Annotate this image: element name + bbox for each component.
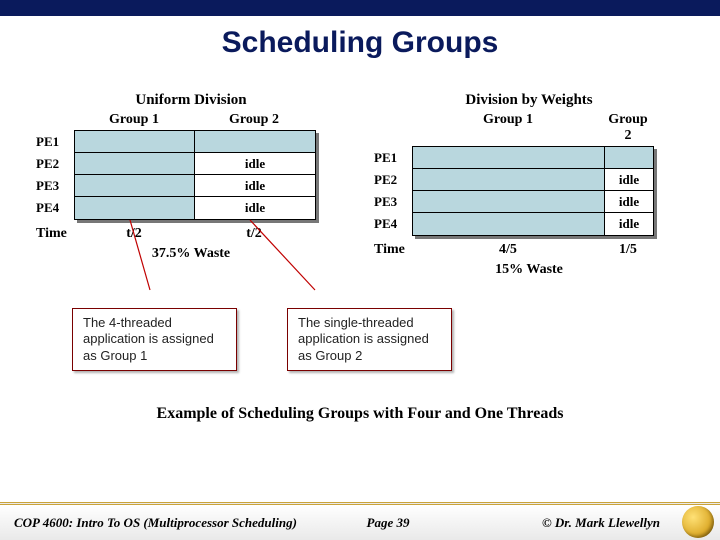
cell-idle: idle xyxy=(605,169,653,191)
cell-busy xyxy=(605,147,653,169)
diagram-uniform: Uniform Division Group 1 Group 2 PE1 PE2… xyxy=(36,92,346,278)
group-header: Group 2 xyxy=(604,112,652,144)
time-label: Time xyxy=(374,242,412,258)
diagram-weights: Division by Weights Group 1 Group 2 PE1 … xyxy=(374,92,684,278)
cell-busy xyxy=(413,213,605,235)
diagram-weights-grid: idle idle idle xyxy=(412,146,654,236)
row-labels: PE1 PE2 PE3 PE4 xyxy=(36,131,74,220)
annotation-right: The single-threaded application is assig… xyxy=(287,308,452,371)
cell-busy xyxy=(75,153,195,175)
figure-caption: Example of Scheduling Groups with Four a… xyxy=(0,405,720,423)
cell-busy xyxy=(413,191,605,213)
annotation-left: The 4-threaded application is assigned a… xyxy=(72,308,237,371)
group-header: Group 1 xyxy=(412,112,604,144)
cell-busy xyxy=(413,169,605,191)
cell-busy xyxy=(75,131,195,153)
diagram-uniform-group-headers: Group 1 Group 2 xyxy=(36,112,346,128)
time-tick: t/2 xyxy=(194,226,314,242)
cell-busy xyxy=(75,175,195,197)
row-label: PE1 xyxy=(374,147,412,169)
annotation-row: The 4-threaded application is assigned a… xyxy=(72,308,720,371)
row-label: PE2 xyxy=(374,169,412,191)
diagram-weights-title: Division by Weights xyxy=(374,92,684,109)
footer-page: Page 39 xyxy=(320,515,456,531)
diagram-uniform-title: Uniform Division xyxy=(36,92,346,109)
time-tick: t/2 xyxy=(74,226,194,242)
time-ticks: Time t/2 t/2 xyxy=(36,226,346,242)
row-label: PE2 xyxy=(36,153,74,175)
diagram-weights-group-headers: Group 1 Group 2 xyxy=(374,112,684,144)
top-bar xyxy=(0,0,720,16)
time-label: Time xyxy=(36,226,74,242)
group-header: Group 1 xyxy=(74,112,194,128)
waste-label: 15% Waste xyxy=(374,262,684,278)
footer: COP 4600: Intro To OS (Multiprocessor Sc… xyxy=(0,502,720,540)
cell-idle: idle xyxy=(605,191,653,213)
time-ticks: Time 4/5 1/5 xyxy=(374,242,684,258)
cell-idle: idle xyxy=(605,213,653,235)
cell-busy xyxy=(75,197,195,219)
row-label: PE4 xyxy=(374,213,412,235)
cell-idle: idle xyxy=(195,175,315,197)
row-label: PE3 xyxy=(374,191,412,213)
cell-idle: idle xyxy=(195,197,315,219)
diagrams-row: Uniform Division Group 1 Group 2 PE1 PE2… xyxy=(0,92,720,278)
waste-label: 37.5% Waste xyxy=(36,246,346,262)
row-labels: PE1 PE2 PE3 PE4 xyxy=(374,147,412,236)
cell-busy xyxy=(413,147,605,169)
ucf-pegasus-icon xyxy=(682,506,714,538)
time-tick: 4/5 xyxy=(412,242,604,258)
footer-course: COP 4600: Intro To OS (Multiprocessor Sc… xyxy=(14,515,320,531)
cell-idle: idle xyxy=(195,153,315,175)
time-tick: 1/5 xyxy=(604,242,652,258)
footer-copyright: © Dr. Mark Llewellyn xyxy=(456,515,706,531)
group-header: Group 2 xyxy=(194,112,314,128)
page-title: Scheduling Groups xyxy=(0,26,720,60)
diagram-uniform-grid: idle idle idle xyxy=(74,130,316,220)
row-label: PE3 xyxy=(36,175,74,197)
row-label: PE4 xyxy=(36,197,74,219)
cell-busy xyxy=(195,131,315,153)
row-label: PE1 xyxy=(36,131,74,153)
